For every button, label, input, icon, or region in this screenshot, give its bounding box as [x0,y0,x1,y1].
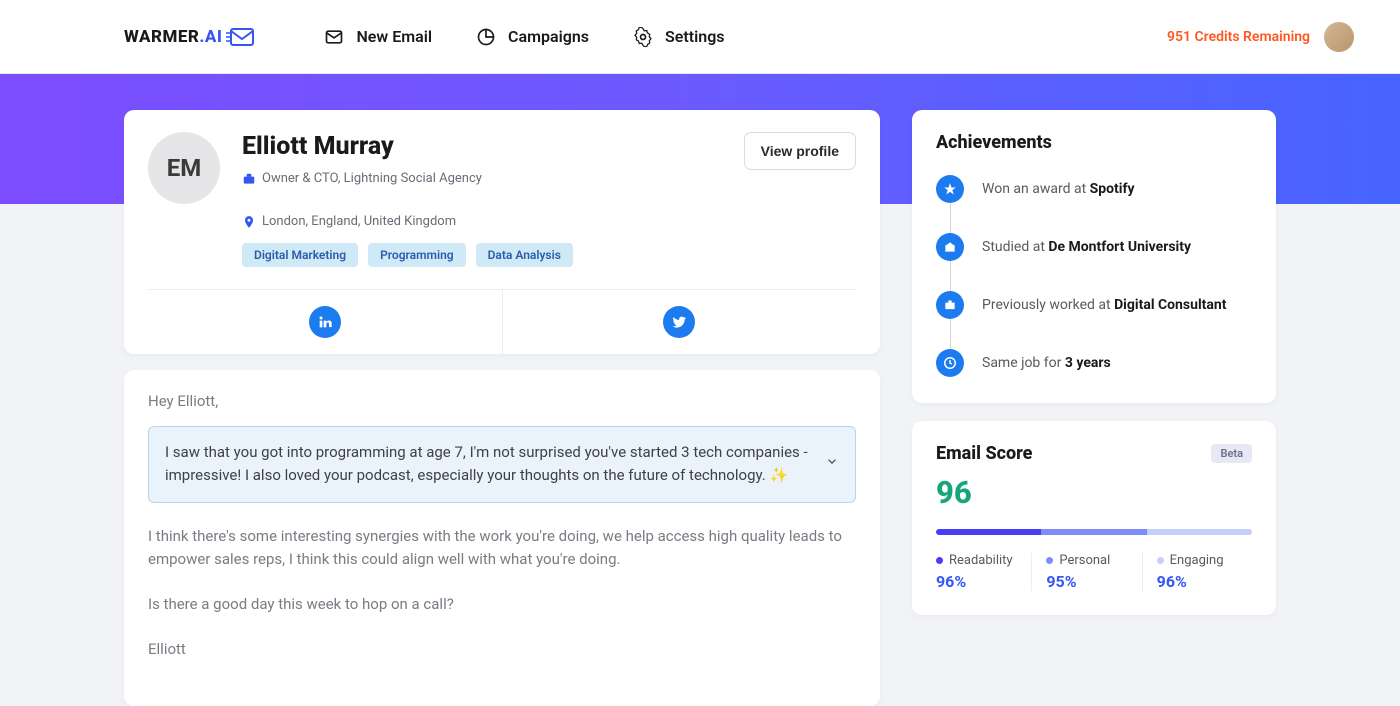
metric-label: Personal [1046,553,1141,568]
achievement-text: Won an award at Spotify [982,181,1135,197]
score-bar-seg [936,529,1041,535]
email-highlight-text: I saw that you got into programming at a… [165,443,808,484]
metric-label: Readability [936,553,1031,568]
metric-value: 96% [1157,572,1252,591]
nav-new-email[interactable]: New Email [324,27,432,47]
profile-location: London, England, United Kingdom [242,214,456,229]
email-paragraph: I think there's some interesting synergi… [148,525,856,572]
score-bar-seg [1147,529,1252,535]
tag[interactable]: Digital Marketing [242,243,358,267]
achievement-item: Studied at De Montfort University [936,233,1252,261]
metric-dot [1157,557,1164,564]
user-avatar[interactable] [1324,22,1354,52]
nav-campaigns[interactable]: Campaigns [476,27,589,47]
email-paragraph: Is there a good day this week to hop on … [148,593,856,616]
achievement-item: Same job for 3 years [936,349,1252,377]
profile-avatar: EM [148,132,220,204]
location-icon [242,215,256,229]
achievements-title: Achievements [936,132,1252,153]
pie-chart-icon [476,27,496,47]
achievement-text: Same job for 3 years [982,355,1111,371]
achievements-card: Achievements Won an award at Spotify Stu… [912,110,1276,403]
achievement-item: Previously worked at Digital Consultant [936,291,1252,319]
brand-name: WARMER [124,27,199,47]
social-links [148,289,856,354]
envelope-icon [226,27,254,47]
primary-nav: New Email Campaigns Settings [324,27,724,47]
sidebar-column: Achievements Won an award at Spotify Stu… [912,110,1276,706]
nav-settings[interactable]: Settings [633,27,725,47]
email-signoff: Elliott [148,638,856,661]
score-title: Email Score [936,443,1032,464]
tag[interactable]: Programming [368,243,466,267]
profile-card: EM Elliott Murray Owner & CTO, Lightning… [124,110,880,354]
credits-remaining[interactable]: 951 Credits Remaining [1167,29,1310,45]
metric-dot [1046,557,1053,564]
profile-role: Owner & CTO, Lightning Social Agency [242,171,482,186]
tag[interactable]: Data Analysis [476,243,573,267]
metric-label: Engaging [1157,553,1252,568]
score-metrics: Readability 96% Personal 95% Engaging 96… [936,553,1252,591]
briefcase-icon [936,291,964,319]
email-score-card: Email Score Beta 96 Readability 96% Pers… [912,421,1276,615]
twitter-link[interactable] [503,290,857,354]
profile-meta: Owner & CTO, Lightning Social Agency Lon… [242,171,722,229]
score-bar-seg [1041,529,1146,535]
nav-settings-label: Settings [665,27,725,46]
metric-engaging: Engaging 96% [1142,553,1252,591]
metric-readability: Readability 96% [936,553,1031,591]
profile-header: EM Elliott Murray Owner & CTO, Lightning… [148,132,856,267]
linkedin-link[interactable] [148,290,503,354]
star-icon [936,175,964,203]
brand-logo[interactable]: WARMER.AI [124,27,254,47]
metric-dot [936,557,943,564]
profile-role-text: Owner & CTO, Lightning Social Agency [262,171,482,186]
linkedin-icon [309,306,341,338]
email-body: I think there's some interesting synergi… [148,525,856,662]
email-highlight-box[interactable]: I saw that you got into programming at a… [148,426,856,503]
email-card: Hey Elliott, I saw that you got into pro… [124,370,880,706]
profile-info: Elliott Murray Owner & CTO, Lightning So… [242,132,722,267]
achievement-item: Won an award at Spotify [936,175,1252,203]
profile-location-text: London, England, United Kingdom [262,214,456,229]
briefcase-icon [242,172,256,186]
metric-personal: Personal 95% [1031,553,1141,591]
email-greeting: Hey Elliott, [148,392,856,410]
metric-value: 96% [936,572,1031,591]
top-header: WARMER.AI New Email Campaigns Settings 9… [0,0,1400,74]
achievement-text: Studied at De Montfort University [982,239,1191,255]
main-column: EM Elliott Murray Owner & CTO, Lightning… [124,110,880,706]
chevron-down-icon [825,453,839,476]
profile-tags: Digital Marketing Programming Data Analy… [242,243,722,267]
brand-suffix: .AI [199,27,222,47]
header-right: 951 Credits Remaining [1167,22,1354,52]
timeline-line [950,189,951,363]
education-icon [936,233,964,261]
score-value: 96 [936,474,1252,511]
metric-value: 95% [1046,572,1141,591]
clock-icon [936,349,964,377]
score-bar [936,529,1252,535]
content-area: EM Elliott Murray Owner & CTO, Lightning… [0,74,1400,706]
score-header: Email Score Beta [936,443,1252,464]
beta-badge: Beta [1211,444,1252,463]
nav-new-email-label: New Email [356,27,432,46]
mail-icon [324,27,344,47]
twitter-icon [663,306,695,338]
nav-campaigns-label: Campaigns [508,27,589,46]
profile-name: Elliott Murray [242,132,722,161]
gear-icon [633,27,653,47]
achievements-list: Won an award at Spotify Studied at De Mo… [936,175,1252,377]
achievement-text: Previously worked at Digital Consultant [982,297,1226,313]
view-profile-button[interactable]: View profile [744,132,856,170]
